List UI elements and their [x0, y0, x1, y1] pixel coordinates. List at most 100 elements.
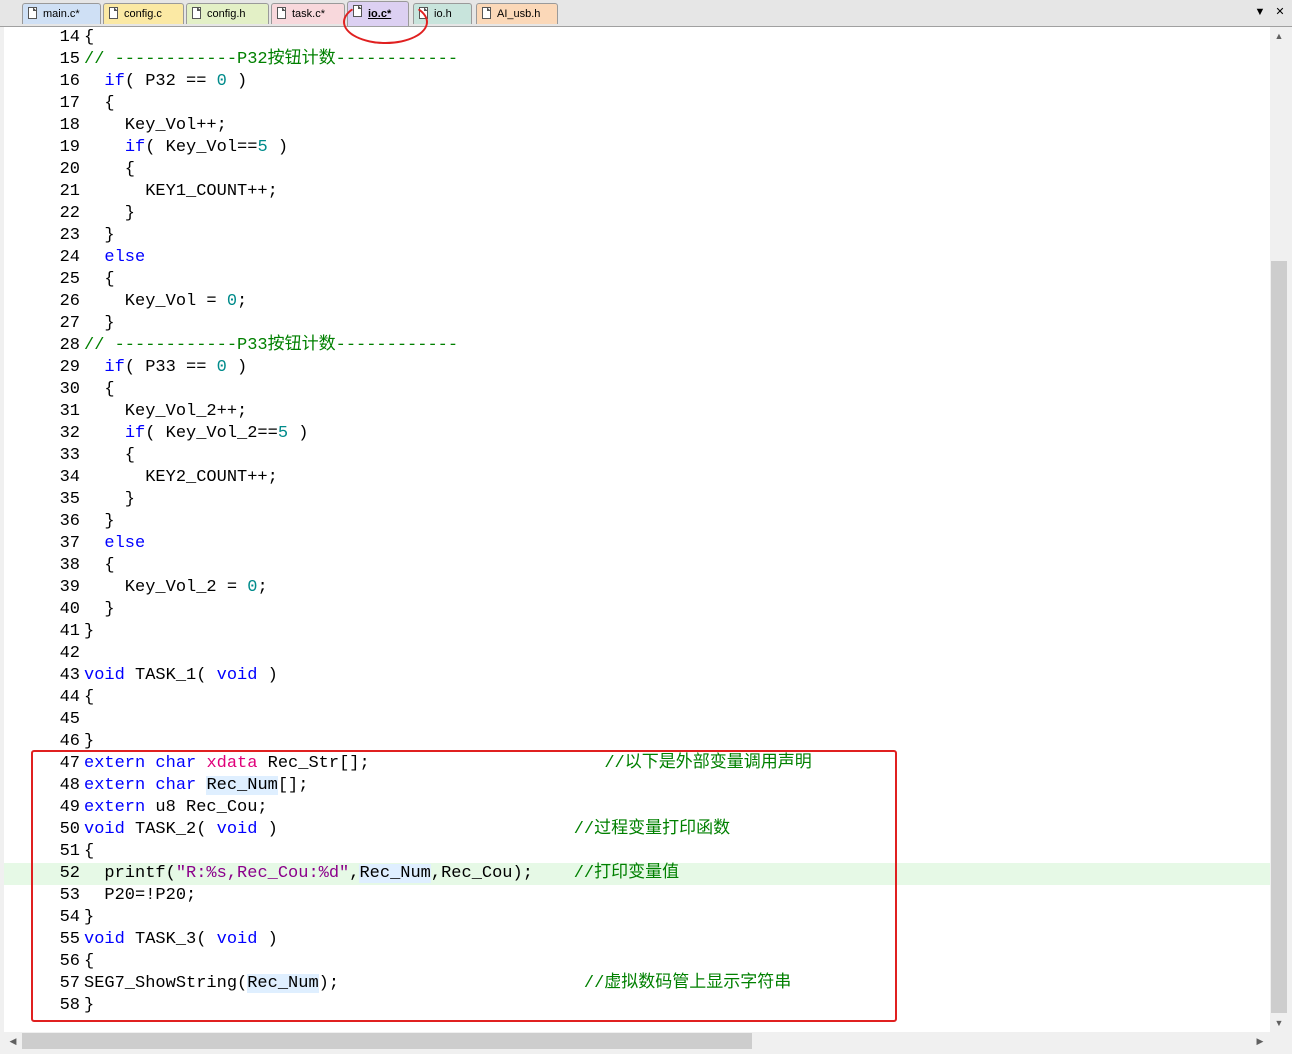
line-text: extern u8 Rec_Cou; [84, 798, 268, 817]
code-line[interactable]: 20 { [4, 159, 1270, 181]
code-line[interactable]: 31 Key_Vol_2++; [4, 401, 1270, 423]
line-text: { [84, 380, 115, 399]
chevron-down-icon[interactable]: ▼ [1252, 4, 1268, 20]
code-line[interactable]: 16 if( P32 == 0 ) [4, 71, 1270, 93]
scroll-up-arrow-icon[interactable]: ▲ [1271, 28, 1287, 44]
line-number: 47 [59, 754, 80, 773]
code-line[interactable]: 52 printf("R:%s,Rec_Cou:%d",Rec_Num,Rec_… [4, 863, 1270, 885]
code-line[interactable]: 40 } [4, 599, 1270, 621]
code-line[interactable]: 44{ [4, 687, 1270, 709]
line-number: 18 [59, 116, 80, 135]
code-line[interactable]: 21 KEY1_COUNT++; [4, 181, 1270, 203]
code-line[interactable]: 55 void TASK_3( void ) [4, 929, 1270, 951]
vertical-scrollbar[interactable]: ▲ ▼ [1270, 27, 1288, 1032]
code-line[interactable]: 57 SEG7_ShowString(Rec_Num); //虚拟数码管上显示字符… [4, 973, 1270, 995]
code-line[interactable]: 23 } [4, 225, 1270, 247]
code-line[interactable]: 49 extern u8 Rec_Cou; [4, 797, 1270, 819]
code-line[interactable]: 32 if( Key_Vol_2==5 ) [4, 423, 1270, 445]
tab-label: main.c* [43, 8, 80, 20]
code-line[interactable]: 35 } [4, 489, 1270, 511]
line-text: else [104, 534, 146, 553]
code-line[interactable]: 48 extern char Rec_Num[]; [4, 775, 1270, 797]
tab-label: config.h [207, 8, 246, 20]
tab-task-c[interactable]: task.c* [271, 3, 345, 24]
code-line[interactable]: 42 [4, 643, 1270, 665]
line-number: 32 [59, 424, 80, 443]
line-number: 22 [59, 204, 80, 223]
line-text: void TASK_1( void ) [84, 666, 278, 685]
line-number: 21 [59, 182, 80, 201]
file-icon [109, 7, 118, 19]
line-text: extern char xdata Rec_Str[]; //以下是外部变量调用… [84, 754, 812, 773]
scroll-down-arrow-icon[interactable]: ▼ [1271, 1015, 1287, 1031]
code-line[interactable]: 24 else [4, 247, 1270, 269]
code-line[interactable]: 26 Key_Vol = 0; [4, 291, 1270, 313]
horizontal-scrollbar[interactable]: ◀ ▶ [4, 1032, 1270, 1050]
code-line[interactable]: 25 { [4, 269, 1270, 291]
code-line[interactable]: 38 { [4, 555, 1270, 577]
tab-label: AI_usb.h [497, 8, 541, 20]
scroll-right-arrow-icon[interactable]: ▶ [1252, 1033, 1268, 1049]
code-line[interactable]: 22 } [4, 203, 1270, 225]
code-line[interactable]: 29 if( P33 == 0 ) [4, 357, 1270, 379]
code-line[interactable]: 36 } [4, 511, 1270, 533]
code-line[interactable]: 54} [4, 907, 1270, 929]
code-line[interactable]: 47 extern char xdata Rec_Str[]; //以下是外部变量… [4, 753, 1270, 775]
line-number: 37 [59, 534, 80, 553]
tab-config-h[interactable]: config.h [186, 3, 269, 24]
line-number: 50 [59, 820, 80, 839]
code-line[interactable]: 30 { [4, 379, 1270, 401]
line-text: { [84, 688, 95, 707]
line-text: } [84, 732, 95, 751]
line-text: } [84, 226, 115, 245]
code-line[interactable]: 15// ------------P32按钮计数------------ [4, 49, 1270, 71]
tab-io-h[interactable]: io.h [413, 3, 472, 24]
line-number: 58 [59, 996, 80, 1015]
line-text: { [84, 446, 136, 465]
code-editor[interactable]: 14{15// ------------P32按钮计数------------ 1… [4, 27, 1270, 1032]
code-line[interactable]: 51{ [4, 841, 1270, 863]
horizontal-scroll-thumb[interactable] [22, 1033, 752, 1049]
code-line[interactable]: 46} [4, 731, 1270, 753]
code-line[interactable]: 41} [4, 621, 1270, 643]
code-line[interactable]: 18 Key_Vol++; [4, 115, 1270, 137]
code-line[interactable]: 33 { [4, 445, 1270, 467]
line-text: { [84, 842, 95, 861]
code-line[interactable]: 28// ------------P33按钮计数------------ [4, 335, 1270, 357]
line-text: } [84, 600, 115, 619]
vertical-scroll-thumb[interactable] [1271, 261, 1287, 1013]
code-line[interactable]: 43 void TASK_1( void ) [4, 665, 1270, 687]
code-line[interactable]: 27 } [4, 313, 1270, 335]
tab-ai-usb-h[interactable]: AI_usb.h [476, 3, 558, 24]
code-line[interactable]: 14{ [4, 27, 1270, 49]
file-icon [353, 5, 362, 17]
tab-label: config.c [124, 8, 162, 20]
line-number: 55 [59, 930, 80, 949]
line-number: 27 [59, 314, 80, 333]
line-text: if( Key_Vol==5 ) [124, 138, 289, 157]
code-line[interactable]: 56{ [4, 951, 1270, 973]
code-line[interactable]: 19 if( Key_Vol==5 ) [4, 137, 1270, 159]
code-line[interactable]: 45 [4, 709, 1270, 731]
code-line[interactable]: 53 P20=!P20; [4, 885, 1270, 907]
tab-main-c[interactable]: main.c* [22, 3, 101, 24]
line-text: { [84, 952, 95, 971]
tab-config-c[interactable]: config.c [103, 3, 184, 24]
code-line[interactable]: 34 KEY2_COUNT++; [4, 467, 1270, 489]
code-line[interactable]: 58} [4, 995, 1270, 1017]
line-number: 36 [59, 512, 80, 531]
line-text: printf("R:%s,Rec_Cou:%d",Rec_Num,Rec_Cou… [84, 864, 680, 883]
code-line[interactable]: 50 void TASK_2( void ) //过程变量打印函数 [4, 819, 1270, 841]
line-number: 14 [59, 28, 80, 47]
line-number: 29 [59, 358, 80, 377]
tab-io-c[interactable]: io.c* [347, 1, 409, 26]
scroll-left-arrow-icon[interactable]: ◀ [5, 1033, 21, 1049]
line-text: } [84, 314, 115, 333]
line-number: 15 [59, 50, 80, 69]
close-icon[interactable]: ✕ [1272, 4, 1288, 20]
line-text: { [84, 556, 115, 575]
code-line[interactable]: 39 Key_Vol_2 = 0; [4, 577, 1270, 599]
line-text: { [84, 160, 136, 179]
code-line[interactable]: 37 else [4, 533, 1270, 555]
code-line[interactable]: 17 { [4, 93, 1270, 115]
